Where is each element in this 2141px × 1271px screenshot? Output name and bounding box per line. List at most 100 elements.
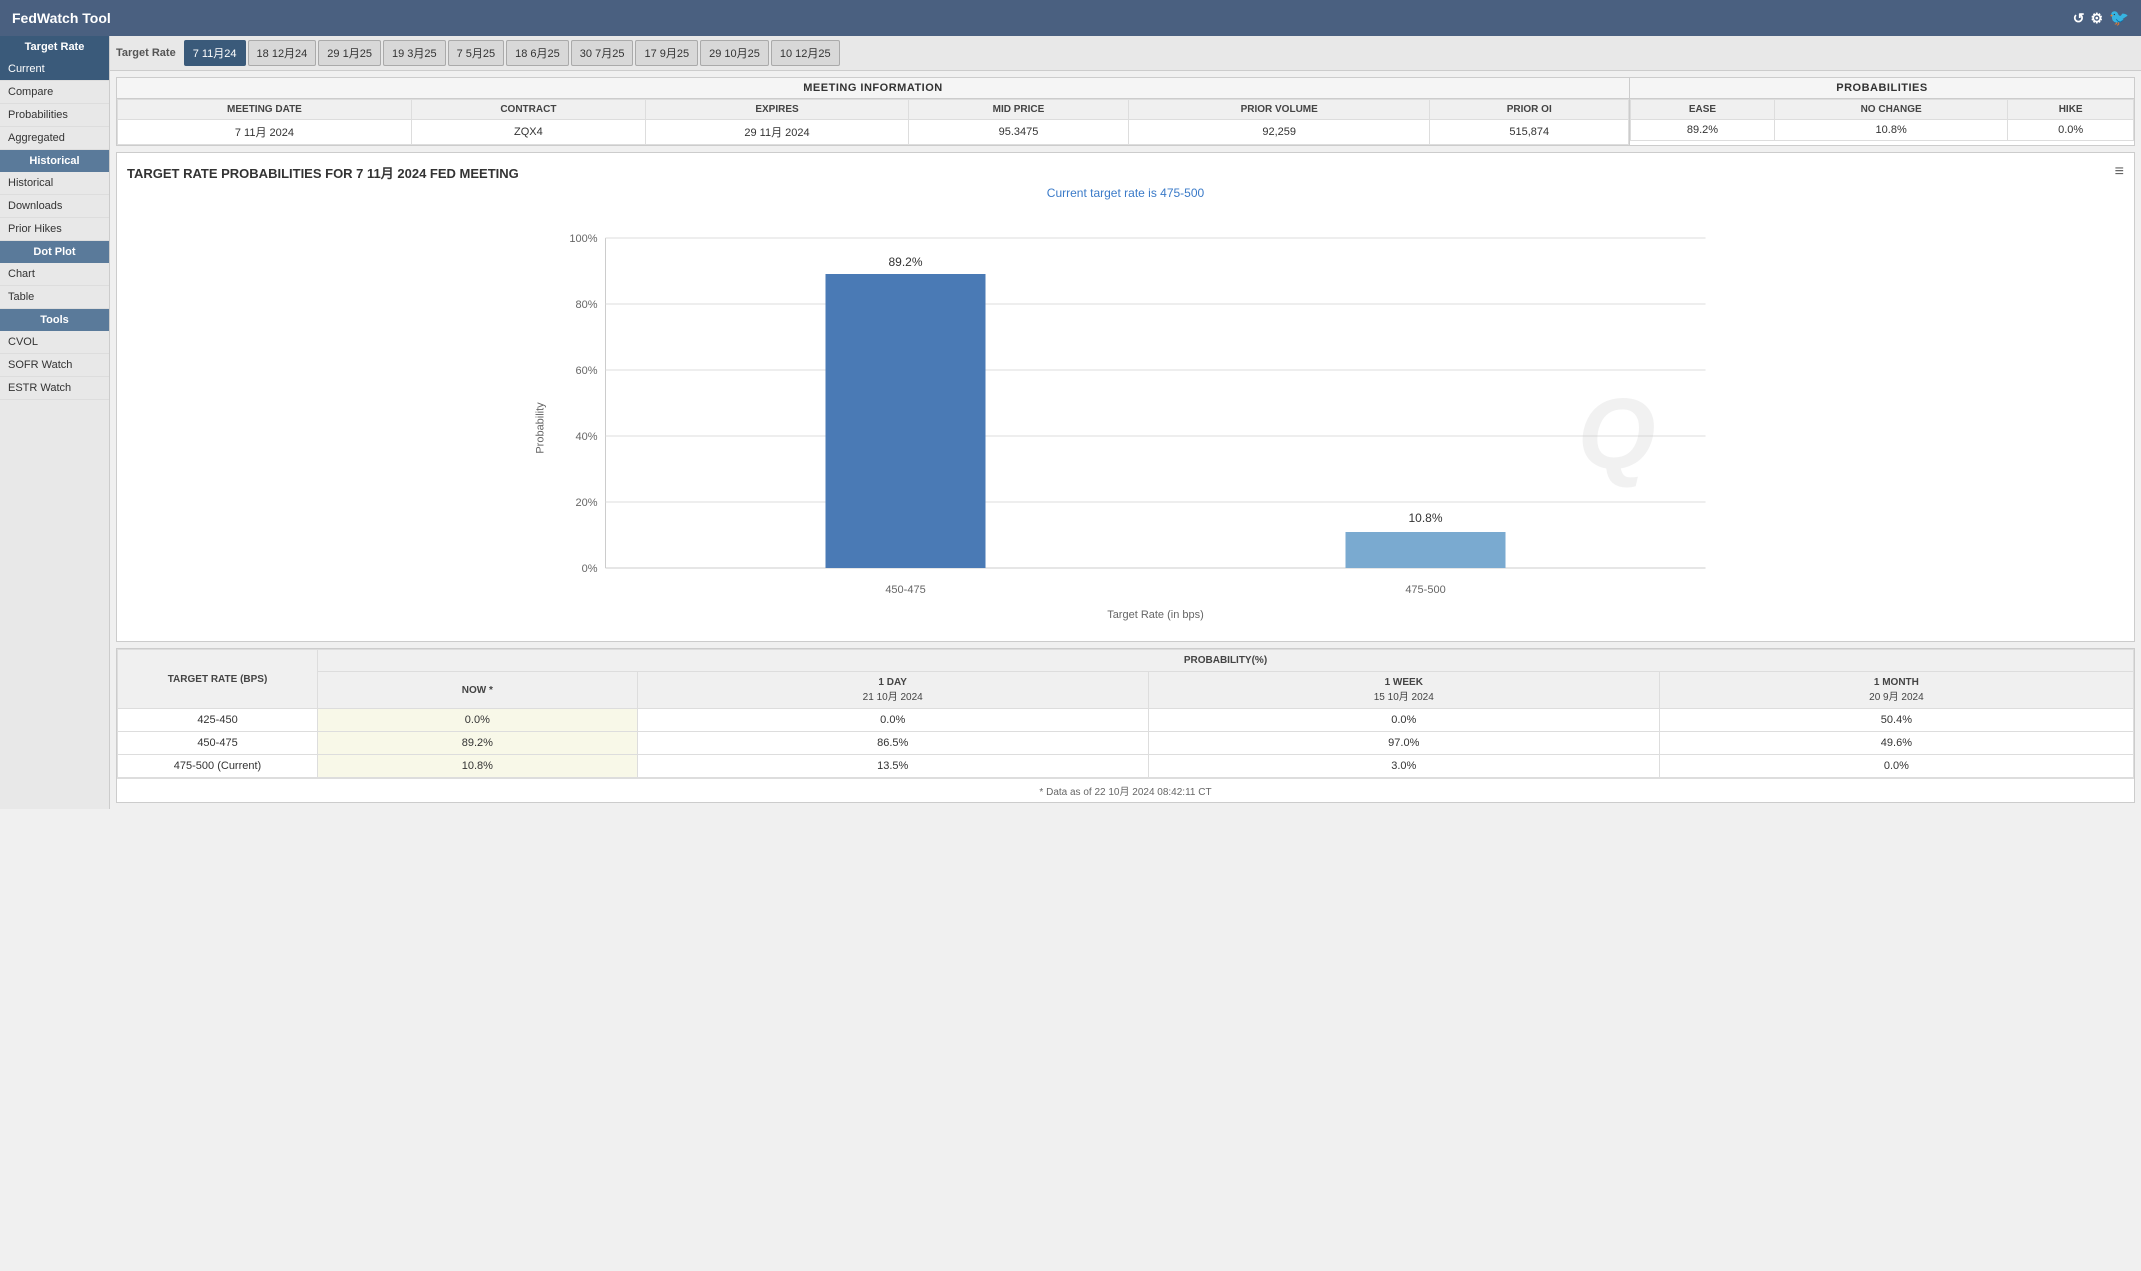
chart-container: Probability 100% 80% 60% (127, 208, 2124, 631)
1week-450-475: 97.0% (1148, 732, 1659, 755)
col-no-change: NO CHANGE (1774, 100, 2007, 120)
tab-17-9-25[interactable]: 17 9月25 (635, 40, 698, 66)
title-bar: FedWatch Tool ↺ ⚙ 🐦 (0, 0, 2141, 36)
tab-19-3-25[interactable]: 19 3月25 (383, 40, 446, 66)
sidebar-tools-header[interactable]: Tools (0, 309, 109, 331)
sidebar-item-compare[interactable]: Compare (0, 81, 109, 104)
sidebar-item-cvol[interactable]: CVOL (0, 331, 109, 354)
svg-text:10.8%: 10.8% (1408, 511, 1442, 525)
svg-text:0%: 0% (582, 563, 598, 575)
sidebar-item-estr-watch[interactable]: ESTR Watch (0, 377, 109, 400)
svg-text:Target Rate (in bps): Target Rate (in bps) (1107, 609, 1204, 621)
sidebar-item-table[interactable]: Table (0, 286, 109, 309)
sidebar: Target Rate Current Compare Probabilitie… (0, 36, 110, 809)
sidebar-item-chart[interactable]: Chart (0, 263, 109, 286)
svg-text:Q: Q (1578, 378, 1656, 490)
col-meeting-date: MEETING DATE (118, 100, 412, 120)
bar-475-500 (1346, 532, 1506, 568)
rate-475-500: 475-500 (Current) (118, 755, 318, 778)
svg-text:450-475: 450-475 (885, 584, 925, 596)
col-prior-oi: PRIOR OI (1430, 100, 1629, 120)
sidebar-item-sofr-watch[interactable]: SOFR Watch (0, 354, 109, 377)
chart-header-row: TARGET RATE PROBABILITIES FOR 7 11月 2024… (127, 163, 2124, 186)
tab-18-12-24[interactable]: 18 12月24 (248, 40, 317, 66)
1week-475-500: 3.0% (1148, 755, 1659, 778)
sidebar-dot-plot-header[interactable]: Dot Plot (0, 241, 109, 263)
1week-425-450: 0.0% (1148, 709, 1659, 732)
tab-29-1-25[interactable]: 29 1月25 (318, 40, 381, 66)
probability-pct-header: PROBABILITY(%) (318, 650, 2134, 672)
col-1-week: 1 WEEK15 10月 2024 (1148, 672, 1659, 709)
tab-18-6-25[interactable]: 18 6月25 (506, 40, 569, 66)
svg-text:40%: 40% (575, 431, 597, 443)
svg-text:100%: 100% (569, 233, 597, 245)
col-1-month: 1 MONTH20 9月 2024 (1659, 672, 2133, 709)
chart-svg: Probability 100% 80% 60% (127, 208, 2124, 628)
meeting-date-value: 7 11月 2024 (118, 120, 412, 145)
col-1-day: 1 DAY21 10月 2024 (637, 672, 1148, 709)
table-row-475-500: 475-500 (Current) 10.8% 13.5% 3.0% 0.0% (118, 755, 2134, 778)
info-panel: MEETING INFORMATION MEETING DATE CONTRAC… (116, 77, 2135, 146)
tabs-row: Target Rate 7 11月24 18 12月24 29 1月25 19 … (110, 36, 2141, 71)
refresh-icon[interactable]: ↺ (2073, 10, 2085, 27)
sidebar-item-aggregated[interactable]: Aggregated (0, 127, 109, 150)
prior-volume-value: 92,259 (1128, 120, 1430, 145)
rate-450-475: 450-475 (118, 732, 318, 755)
prob-bottom-table: TARGET RATE (BPS) PROBABILITY(%) NOW * 1… (117, 649, 2134, 778)
title-bar-icons: ↺ ⚙ 🐦 (2073, 8, 2129, 28)
now-475-500: 10.8% (318, 755, 638, 778)
1day-425-450: 0.0% (637, 709, 1148, 732)
sidebar-item-prior-hikes[interactable]: Prior Hikes (0, 218, 109, 241)
prob-section: PROBABILITIES EASE NO CHANGE HIKE (1630, 78, 2134, 145)
meeting-info-header: MEETING INFORMATION (117, 78, 1629, 99)
table-row-450-475: 450-475 89.2% 86.5% 97.0% 49.6% (118, 732, 2134, 755)
expires-value: 29 11月 2024 (645, 120, 908, 145)
sidebar-historical-header[interactable]: Historical (0, 150, 109, 172)
prior-oi-value: 515,874 (1430, 120, 1629, 145)
svg-text:80%: 80% (575, 299, 597, 311)
meeting-info-table: MEETING DATE CONTRACT EXPIRES MID PRICE … (117, 99, 1629, 145)
sidebar-item-current[interactable]: Current (0, 58, 109, 81)
tab-29-10-25[interactable]: 29 10月25 (700, 40, 769, 66)
svg-text:89.2%: 89.2% (888, 255, 922, 269)
tab-7-5-25[interactable]: 7 5月25 (448, 40, 505, 66)
1month-475-500: 0.0% (1659, 755, 2133, 778)
mid-price-value: 95.3475 (909, 120, 1129, 145)
col-contract: CONTRACT (411, 100, 645, 120)
tab-30-7-25[interactable]: 30 7月25 (571, 40, 634, 66)
info-panel-inner: MEETING INFORMATION MEETING DATE CONTRAC… (117, 78, 2134, 145)
now-425-450: 0.0% (318, 709, 638, 732)
tab-section-label: Target Rate (116, 47, 176, 59)
rate-425-450: 425-450 (118, 709, 318, 732)
main-content: MEETING INFORMATION MEETING DATE CONTRAC… (110, 71, 2141, 809)
settings-icon[interactable]: ⚙ (2091, 10, 2104, 27)
chart-title: TARGET RATE PROBABILITIES FOR 7 11月 2024… (127, 163, 519, 182)
sidebar-item-probabilities[interactable]: Probabilities (0, 104, 109, 127)
prob-bottom-panel: TARGET RATE (BPS) PROBABILITY(%) NOW * 1… (116, 648, 2135, 803)
tab-10-12-25[interactable]: 10 12月25 (771, 40, 840, 66)
twitter-icon[interactable]: 🐦 (2109, 8, 2129, 28)
now-450-475: 89.2% (318, 732, 638, 755)
bar-450-475 (826, 274, 986, 568)
1day-450-475: 86.5% (637, 732, 1148, 755)
svg-text:475-500: 475-500 (1405, 584, 1445, 596)
svg-text:20%: 20% (575, 497, 597, 509)
sidebar-target-rate-header[interactable]: Target Rate (0, 36, 109, 58)
sidebar-item-historical[interactable]: Historical (0, 172, 109, 195)
tab-7-11-24[interactable]: 7 11月24 (184, 40, 246, 66)
chart-menu-icon[interactable]: ≡ (2115, 163, 2124, 181)
content-area: Target Rate Current Compare Probabilitie… (0, 36, 2141, 809)
prob-row: 89.2% 10.8% 0.0% (1631, 120, 2134, 141)
contract-value: ZQX4 (411, 120, 645, 145)
meeting-info-row: 7 11月 2024 ZQX4 29 11月 2024 95.3475 92,2… (118, 120, 1629, 145)
col-now: NOW * (318, 672, 638, 709)
hike-value: 0.0% (2008, 120, 2134, 141)
col-prior-volume: PRIOR VOLUME (1128, 100, 1430, 120)
col-ease: EASE (1631, 100, 1775, 120)
target-rate-bps-header: TARGET RATE (BPS) (118, 650, 318, 709)
chart-panel: TARGET RATE PROBABILITIES FOR 7 11月 2024… (116, 152, 2135, 642)
sidebar-item-downloads[interactable]: Downloads (0, 195, 109, 218)
col-mid-price: MID PRICE (909, 100, 1129, 120)
col-hike: HIKE (2008, 100, 2134, 120)
footnote: * Data as of 22 10月 2024 08:42:11 CT (117, 778, 2134, 802)
